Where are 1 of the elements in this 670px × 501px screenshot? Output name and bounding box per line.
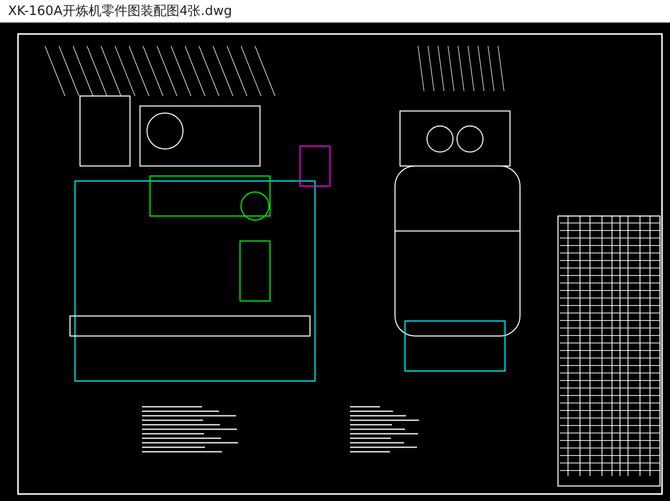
window-title: XK-160A开炼机零件图装配图4张.dwg (8, 3, 232, 20)
